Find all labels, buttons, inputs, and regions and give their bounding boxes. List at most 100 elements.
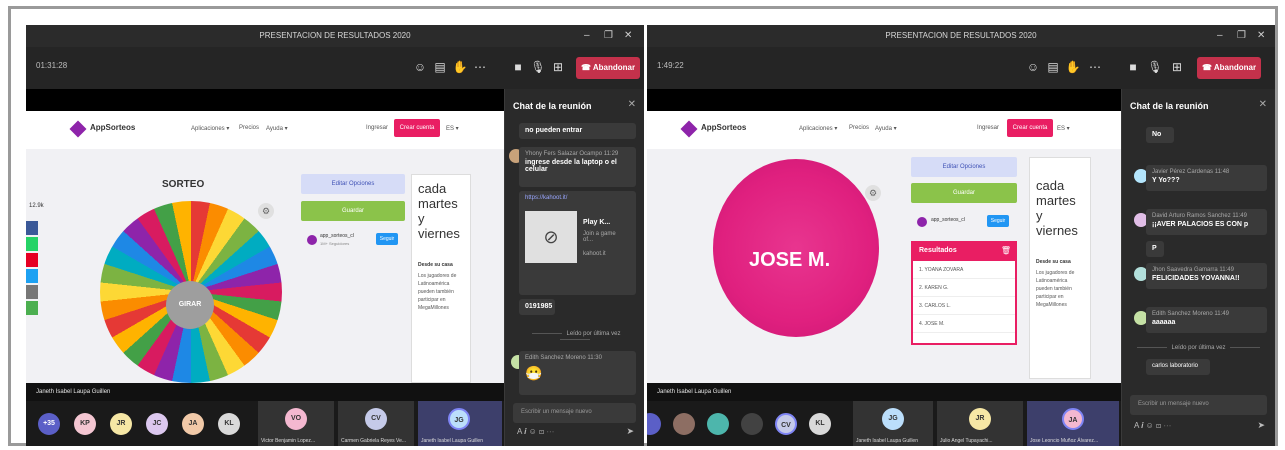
maximize-icon[interactable]: ❐ [1237,25,1246,47]
close-chat-icon[interactable]: ✕ [628,99,636,110]
site-logo[interactable]: AppSorteos [90,123,135,132]
account-avatar [917,217,927,227]
leave-button[interactable]: ☎ Abandonar [576,57,640,79]
settings-gear-icon[interactable]: ⚙ [865,185,881,201]
more-options-icon[interactable]: ⋯ [1087,59,1103,75]
close-icon[interactable]: ✕ [1257,25,1265,47]
participant-avatar[interactable]: KL [218,413,240,435]
sharethis-icon[interactable] [26,301,38,315]
create-account-button[interactable]: Crear cuenta [394,119,440,137]
camera-icon[interactable]: ■ [1125,59,1141,75]
settings-gear-icon[interactable]: ⚙ [258,203,274,219]
send-icon[interactable]: ➤ [1257,420,1265,431]
participant-tile[interactable]: JA Jose Leoncio Muñoz Álvarez... [1027,401,1119,446]
chat-message-input[interactable]: Escribir un mensaje nuevo [1130,395,1267,415]
participant-avatar[interactable]: JR [110,413,132,435]
nav-precios[interactable]: Precios [849,125,869,131]
more-participants-badge[interactable]: +35 [38,413,60,435]
participant-tile[interactable]: JR Julio Angel Tupayachi... [937,401,1023,446]
participant-avatar[interactable]: KL [809,413,831,435]
participant-tile[interactable]: CV Carmen Gabriela Reyes Ve... [338,401,414,446]
nav-ayuda[interactable]: Ayuda ▾ [266,125,288,132]
people-icon[interactable]: ☺ [1025,59,1041,75]
nav-aplicaciones[interactable]: Aplicaciones ▾ [191,125,229,132]
language-select[interactable]: ES ▾ [1057,125,1070,132]
compose-tools-icon[interactable]: A 𝒊 ☺ ⊡ ⋯ [517,427,554,437]
winner-wheel[interactable] [713,159,879,337]
window-title: PRESENTACION DE RESULTADOS 2020 [26,25,644,47]
participant-avatar: JG [882,408,904,430]
participant-avatar: JR [969,408,991,430]
more-options-icon[interactable]: ⋯ [472,59,488,75]
twitter-share-icon[interactable] [26,269,38,283]
save-button[interactable]: Guardar [301,201,405,221]
nav-precios[interactable]: Precios [239,125,259,131]
participant-avatar[interactable]: JA [182,413,204,435]
link-preview-message[interactable]: https://kahoot.it/ ⊘ Play K... Join a ga… [519,191,636,295]
participant-tile[interactable]: JG Janeth Isabel Laupa Guillen [853,401,933,446]
people-icon[interactable]: ☺ [412,59,428,75]
spin-button[interactable]: GIRAR [166,281,214,329]
megamillones-ad[interactable]: cada martes y viernes Desde su casa Los … [1029,157,1091,379]
email-share-icon[interactable] [26,285,38,299]
site-logo[interactable]: AppSorteos [701,123,746,132]
leave-label: Abandonar [592,63,636,72]
participant-avatar[interactable]: CV [775,413,797,435]
edit-options-button[interactable]: Editar Opciones [301,174,405,194]
chat-message: Edith Sanchez Moreno 11:49 aaaaaa [1146,307,1267,333]
minimize-icon[interactable]: – [584,25,590,47]
create-account-button[interactable]: Crear cuenta [1007,119,1053,137]
login-link[interactable]: Ingresar [977,125,999,131]
participant-photo[interactable] [673,413,695,435]
chat-message-text: ingrese desde la laptop o el celular [525,159,617,173]
pinterest-share-icon[interactable] [26,253,38,267]
compose-tools-icon[interactable]: A 𝒊 ☺ ⊡ ⋯ [1134,421,1171,431]
ad-headline: cada martes y viernes [1036,178,1078,238]
maximize-icon[interactable]: ❐ [604,25,613,47]
chat-message: No [1146,127,1174,143]
participant-tile[interactable]: JG Janeth Isabel Laupa Guillen [418,401,502,446]
share-screen-icon[interactable]: ⊞ [1169,59,1185,75]
login-link[interactable]: Ingresar [366,125,388,131]
participant-avatar[interactable]: JC [146,413,168,435]
link-url[interactable]: https://kahoot.it/ [525,195,630,201]
sorteo-title: SORTEO [162,179,205,190]
chat-message-author: Jhon Saavedra Gamarra 11:49 [1152,267,1234,273]
appsorteos-logo-icon [69,120,87,138]
chat-icon[interactable]: ▤ [1045,59,1061,75]
minimize-icon[interactable]: – [1217,25,1223,47]
share-screen-icon[interactable]: ⊞ [550,59,566,75]
account-followers: 1M+ Seguidores [320,241,350,246]
participant-tile[interactable]: VO Victor Benjamin Lopez... [258,401,334,446]
delete-results-icon[interactable]: 🗑 [1001,246,1011,255]
camera-icon[interactable]: ■ [510,59,526,75]
ad-body: Los jugadores de Latinoamérica pueden ta… [1036,270,1075,308]
link-card-title: Play K... [583,219,611,226]
chat-icon[interactable]: ▤ [432,59,448,75]
megamillones-ad[interactable]: cada martes y viernes Desde su casa Los … [411,174,471,383]
raise-hand-icon[interactable]: ✋ [1065,59,1081,75]
chat-message-input[interactable]: Escribir un mensaje nuevo [513,403,636,423]
send-icon[interactable]: ➤ [626,426,634,437]
participant-photo[interactable] [741,413,763,435]
edit-options-button[interactable]: Editar Opciones [911,157,1017,177]
mic-off-icon[interactable]: 🎙 [530,59,546,75]
follow-button[interactable]: Seguir [376,233,398,245]
nav-aplicaciones[interactable]: Aplicaciones ▾ [799,125,837,132]
close-chat-icon[interactable]: ✕ [1259,99,1267,110]
nav-ayuda[interactable]: Ayuda ▾ [875,125,897,132]
participant-photo[interactable] [707,413,729,435]
participant-avatar[interactable]: KP [74,413,96,435]
mic-off-icon[interactable]: 🎙 [1147,59,1163,75]
language-select[interactable]: ES ▾ [446,125,459,132]
participant-avatar[interactable] [647,413,661,435]
save-button[interactable]: Guardar [911,183,1017,203]
close-icon[interactable]: ✕ [624,25,632,47]
facebook-share-icon[interactable] [26,221,38,235]
whatsapp-share-icon[interactable] [26,237,38,251]
leave-button[interactable]: ☎ Abandonar [1197,57,1261,79]
raise-hand-icon[interactable]: ✋ [452,59,468,75]
ad-subheadline: Desde su casa [1036,259,1071,265]
chat-message-text: ¡¡AVER PALACIOS ES CON p [1152,221,1249,228]
follow-button[interactable]: Seguir [987,215,1009,227]
